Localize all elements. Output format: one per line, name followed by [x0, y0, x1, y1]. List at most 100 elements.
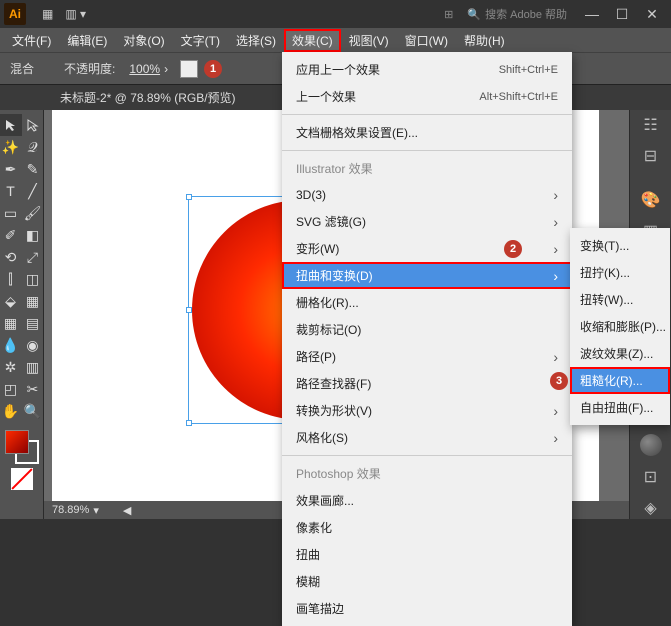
- perspective-tool[interactable]: ▦: [22, 290, 44, 312]
- menuitem-warp[interactable]: 变形(W) 2: [282, 235, 572, 262]
- menuitem-3d[interactable]: 3D(3): [282, 182, 572, 208]
- blend-label: 混合: [10, 60, 34, 77]
- stock-icon: ⊞: [444, 8, 453, 21]
- lasso-tool[interactable]: 𝒬: [22, 136, 44, 158]
- blend-tool[interactable]: ◉: [22, 334, 44, 356]
- arrange-icon[interactable]: ▥ ▾: [65, 7, 86, 21]
- menuitem-label: 模糊: [296, 573, 320, 590]
- chevron-down-icon[interactable]: ▾: [93, 504, 99, 517]
- menuitem-stylize[interactable]: 风格化(S): [282, 424, 572, 451]
- chevron-down-icon[interactable]: ›: [164, 62, 168, 76]
- menuitem-blur[interactable]: 模糊: [282, 568, 572, 595]
- layers-panel-icon[interactable]: ◈: [637, 498, 665, 519]
- menuitem-shortcut: Shift+Ctrl+E: [499, 64, 558, 76]
- help-search[interactable]: ⊞ 🔍 搜索 Adobe 帮助: [444, 6, 567, 22]
- menu-object[interactable]: 对象(O): [115, 29, 172, 52]
- pen-tool[interactable]: ✒: [0, 158, 22, 180]
- shaper-tool[interactable]: ✐: [0, 224, 22, 246]
- eraser-tool[interactable]: ◧: [22, 224, 44, 246]
- effects-menu-dropdown: 应用上一个效果 Shift+Ctrl+E 上一个效果 Alt+Shift+Ctr…: [282, 52, 572, 626]
- menu-separator: [282, 150, 572, 151]
- handle-top-left[interactable]: [186, 194, 192, 200]
- swatch-icon[interactable]: [180, 60, 198, 78]
- menuitem-pathfinder[interactable]: 路径查找器(F): [282, 370, 572, 397]
- zoom-level[interactable]: 78.89%: [52, 504, 89, 516]
- menu-file[interactable]: 文件(F): [4, 29, 59, 52]
- menuitem-label: 栅格化(R)...: [296, 294, 359, 311]
- bridge-icon[interactable]: ▦: [42, 7, 53, 21]
- menu-effect[interactable]: 效果(C): [284, 29, 341, 52]
- artboard-tool[interactable]: ◰: [0, 378, 22, 400]
- libraries-panel-icon[interactable]: ⊟: [637, 145, 665, 166]
- submenu-transform[interactable]: 变换(T)...: [570, 232, 670, 259]
- zoom-tool[interactable]: 🔍: [22, 400, 44, 422]
- menuitem-rasterize[interactable]: 栅格化(R)...: [282, 289, 572, 316]
- fill-stroke-control[interactable]: [5, 430, 39, 464]
- none-swatch-icon[interactable]: [11, 468, 33, 490]
- submenu-arrow-icon: [553, 241, 558, 257]
- menuitem-last-effect[interactable]: 上一个效果 Alt+Shift+Ctrl+E: [282, 83, 572, 110]
- nav-left-icon[interactable]: ◀: [123, 504, 131, 517]
- close-button[interactable]: ✕: [637, 4, 667, 24]
- submenu-twist[interactable]: 扭转(W)...: [570, 286, 670, 313]
- submenu-free-distort[interactable]: 自由扭曲(F)...: [570, 394, 670, 421]
- slice-tool[interactable]: ✂: [22, 378, 44, 400]
- opacity-value[interactable]: 100%: [129, 62, 160, 76]
- menuitem-crop-marks[interactable]: 裁剪标记(O): [282, 316, 572, 343]
- direct-selection-tool[interactable]: [22, 114, 44, 136]
- magic-wand-tool[interactable]: ✨: [0, 136, 22, 158]
- menuitem-pixelate[interactable]: 像素化: [282, 514, 572, 541]
- paintbrush-tool[interactable]: 🖌: [22, 202, 44, 224]
- menuitem-path[interactable]: 路径(P): [282, 343, 572, 370]
- menu-select[interactable]: 选择(S): [228, 29, 284, 52]
- submenu-pucker-bloat[interactable]: 扭拧(K)...: [570, 259, 670, 286]
- graphic-styles-panel-icon[interactable]: ⊡: [637, 466, 665, 487]
- document-title[interactable]: 未标题-2* @ 78.89% (RGB/预览): [60, 89, 236, 106]
- menuitem-apply-last-effect[interactable]: 应用上一个效果 Shift+Ctrl+E: [282, 56, 572, 83]
- line-tool[interactable]: ╱: [22, 180, 44, 202]
- gradient-tool[interactable]: ▤: [22, 312, 44, 334]
- menuitem-distort-transform[interactable]: 扭曲和变换(D): [282, 262, 572, 289]
- appearance-panel-icon[interactable]: [637, 434, 665, 456]
- width-tool[interactable]: ⫿: [0, 268, 22, 290]
- menuitem-convert-shape[interactable]: 转换为形状(V): [282, 397, 572, 424]
- column-graph-tool[interactable]: ▥: [22, 356, 44, 378]
- properties-panel-icon[interactable]: ☷: [637, 114, 665, 135]
- menuitem-raster-settings[interactable]: 文档栅格效果设置(E)...: [282, 119, 572, 146]
- style-swatches[interactable]: [180, 60, 200, 78]
- type-tool[interactable]: T: [0, 180, 22, 202]
- submenu-zigzag[interactable]: 波纹效果(Z)...: [570, 340, 670, 367]
- color-panel-icon[interactable]: 🎨: [637, 190, 665, 211]
- menuitem-svg-filters[interactable]: SVG 滤镜(G): [282, 208, 572, 235]
- app-logo: Ai: [4, 3, 26, 25]
- menu-window[interactable]: 窗口(W): [397, 29, 456, 52]
- free-transform-tool[interactable]: ◫: [22, 268, 44, 290]
- menuitem-brush-strokes[interactable]: 画笔描边: [282, 595, 572, 622]
- curvature-tool[interactable]: ✎: [22, 158, 44, 180]
- eyedropper-tool[interactable]: 💧: [0, 334, 22, 356]
- symbol-sprayer-tool[interactable]: ✲: [0, 356, 22, 378]
- menu-type[interactable]: 文字(T): [173, 29, 228, 52]
- menu-edit[interactable]: 编辑(E): [59, 29, 115, 52]
- minimize-button[interactable]: —: [577, 4, 607, 24]
- menu-separator: [282, 455, 572, 456]
- hand-tool[interactable]: ✋: [0, 400, 22, 422]
- menuitem-effect-gallery[interactable]: 效果画廊...: [282, 487, 572, 514]
- menu-view[interactable]: 视图(V): [341, 29, 397, 52]
- fill-swatch[interactable]: [5, 430, 29, 454]
- selection-tool[interactable]: [0, 114, 22, 136]
- scale-tool[interactable]: ⤢: [22, 246, 44, 268]
- handle-mid-left[interactable]: [186, 307, 192, 313]
- menuitem-label: 应用上一个效果: [296, 61, 380, 78]
- shape-builder-tool[interactable]: ⬙: [0, 290, 22, 312]
- maximize-button[interactable]: ☐: [607, 4, 637, 24]
- submenu-shrink-bloat[interactable]: 收缩和膨胀(P)...: [570, 313, 670, 340]
- handle-bottom-left[interactable]: [186, 420, 192, 426]
- menu-help[interactable]: 帮助(H): [456, 29, 513, 52]
- submenu-arrow-icon: [553, 403, 558, 419]
- mesh-tool[interactable]: ▦: [0, 312, 22, 334]
- rectangle-tool[interactable]: ▭: [0, 202, 22, 224]
- submenu-roughen[interactable]: 3 粗糙化(R)...: [570, 367, 670, 394]
- rotate-tool[interactable]: ⟲: [0, 246, 22, 268]
- menuitem-distort-ps[interactable]: 扭曲: [282, 541, 572, 568]
